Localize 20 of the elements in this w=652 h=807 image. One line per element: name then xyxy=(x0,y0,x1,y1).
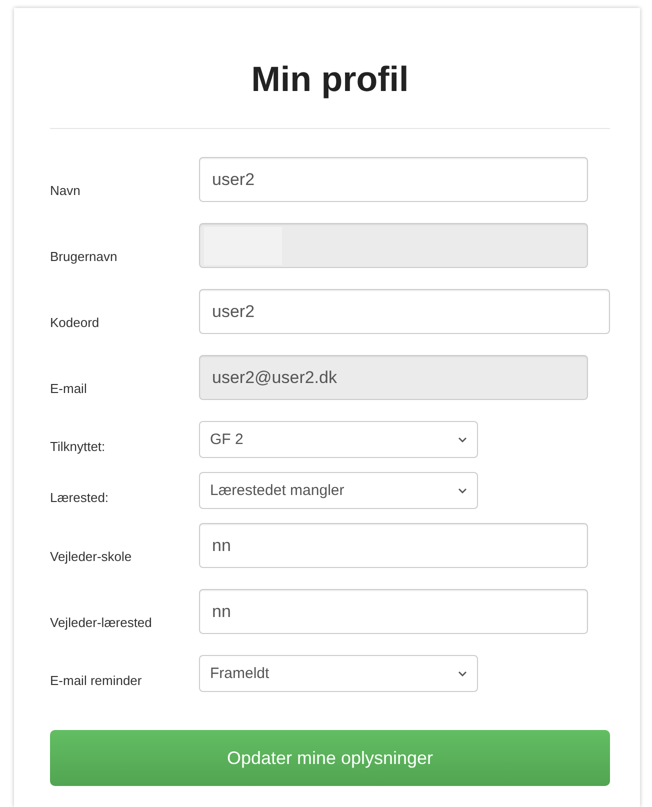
field-label: Tilknyttet: xyxy=(50,439,106,456)
input-field[interactable]: nn xyxy=(199,589,588,634)
dropdown[interactable]: Lærestedet mangler xyxy=(199,472,478,509)
dropdown[interactable]: GF 2 xyxy=(199,421,478,458)
input-field[interactable]: nn xyxy=(199,523,588,568)
field-label: Vejleder-lærested xyxy=(50,615,153,632)
field-label: Brugernavn xyxy=(50,249,118,266)
chevron-down-icon xyxy=(458,488,467,494)
chevron-down-icon xyxy=(458,436,467,442)
field-label: E-mail reminder xyxy=(50,673,143,690)
input-field[interactable]: user2 xyxy=(199,289,610,334)
field-label: Lærested: xyxy=(50,490,110,507)
page-title: Min profil xyxy=(250,59,410,101)
field-label: Kodeord xyxy=(50,315,100,332)
field-label: Navn xyxy=(50,183,82,200)
chevron-down-icon xyxy=(458,670,467,676)
field-label: Vejleder-skole xyxy=(50,549,133,566)
input-field[interactable]: user2 xyxy=(199,157,588,202)
dropdown[interactable]: Frameldt xyxy=(199,655,478,692)
field-label: E-mail xyxy=(50,381,88,398)
